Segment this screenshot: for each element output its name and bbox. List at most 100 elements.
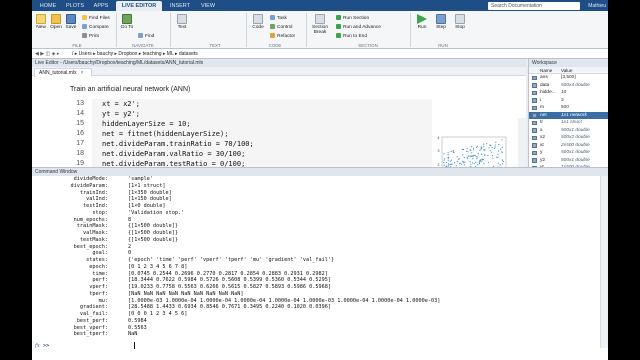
workspace-row-y2[interactable]: y2 500x1 double bbox=[529, 157, 608, 165]
workspace-row-m[interactable]: m 500 bbox=[529, 104, 608, 112]
field-name: goal: bbox=[92, 250, 108, 257]
scatter-point bbox=[472, 149, 475, 151]
output-line: vperf: [19.0233 0.7758 0.5563 0.6266 0.56… bbox=[32, 284, 592, 291]
field-value: 0.5984 bbox=[128, 317, 147, 324]
code-line[interactable]: net.divideParam.valRatio = 30/100; bbox=[102, 149, 254, 159]
editor-tab-ann-tutorial[interactable]: ANN_tutorial.mlx × bbox=[34, 68, 93, 77]
current-folder-path[interactable]: / ▸ Users ▸ bauchy ▸ Dropbox ▸ teaching … bbox=[72, 49, 198, 59]
variable-icon bbox=[532, 75, 537, 80]
new-button[interactable]: New bbox=[34, 14, 48, 30]
variable-value: 500x1 double bbox=[561, 150, 590, 155]
code-line[interactable]: xt = x2'; bbox=[102, 99, 254, 109]
scatter-point bbox=[495, 141, 497, 143]
go-to-button[interactable]: Go To bbox=[119, 14, 135, 30]
command-prompt[interactable]: fx >> bbox=[35, 343, 49, 349]
workspace-row-y[interactable]: y 500x1 double bbox=[529, 149, 608, 157]
scatter-point bbox=[462, 162, 464, 164]
scatter-point bbox=[462, 160, 464, 162]
scatter-point bbox=[463, 161, 465, 163]
tab-apps[interactable]: APPS bbox=[90, 1, 112, 11]
run-to-end-button[interactable]: Run to End bbox=[336, 33, 367, 39]
section-break-button[interactable]: Section Break bbox=[308, 14, 332, 35]
scatter-point bbox=[502, 161, 504, 163]
current-folder-bar: ◀ ▶ ◫ ◈ ▸ / ▸ Users ▸ bauchy ▸ Dropbox ▸… bbox=[32, 49, 608, 59]
user-menu[interactable]: Mathieu bbox=[588, 1, 606, 11]
scatter-point bbox=[456, 156, 458, 158]
code-line[interactable]: yt = y2'; bbox=[102, 109, 254, 119]
workspace-row-tr[interactable]: tr 1x1 struct bbox=[529, 119, 608, 127]
code-line[interactable]: net = fitnet(hiddenLayerSize); bbox=[102, 129, 254, 139]
workspace-row-xt[interactable]: xt 2x500 double bbox=[529, 142, 608, 150]
close-tab-icon[interactable]: × bbox=[81, 70, 84, 76]
find-files-button[interactable]: Find Files bbox=[82, 15, 110, 21]
scatter-point bbox=[473, 147, 475, 149]
tab-live-editor[interactable]: LIVE EDITOR bbox=[116, 1, 162, 11]
scatter-point bbox=[443, 164, 445, 166]
code-line[interactable]: net.divideParam.trainRatio = 70/100; bbox=[102, 139, 254, 149]
workspace-row-x[interactable]: x 500x1 double bbox=[529, 127, 608, 135]
output-line: testInd: [1×0 double] bbox=[32, 203, 592, 210]
open-button[interactable]: Open bbox=[49, 14, 63, 30]
workspace-row-x2[interactable]: x2 500x2 double bbox=[529, 134, 608, 142]
output-line: num_epochs: 8 bbox=[32, 217, 592, 224]
output-line: best_perf: 0.5984 bbox=[32, 318, 592, 325]
task-button[interactable]: Task bbox=[270, 15, 287, 21]
column-header-name[interactable]: Name bbox=[540, 67, 552, 74]
scatter-point bbox=[447, 159, 449, 161]
code-line[interactable]: hiddenLayerSize = 10; bbox=[102, 119, 254, 129]
run-and-advance-button[interactable]: Run and Advance bbox=[336, 24, 381, 30]
navigation-arrows-icon[interactable]: ◀ ▶ ◫ ◈ ▸ bbox=[35, 49, 59, 59]
variable-name: i bbox=[540, 97, 542, 103]
variable-icon bbox=[532, 150, 537, 155]
section-text: Train an artificial neural network (ANN) bbox=[70, 86, 191, 93]
go-to-icon bbox=[122, 14, 132, 24]
workspace-row-i[interactable]: i3 bbox=[529, 97, 608, 105]
scatter-point bbox=[477, 153, 479, 155]
field-name: num_epochs: bbox=[73, 216, 108, 223]
column-header-value[interactable]: Value bbox=[561, 67, 572, 74]
scatter-point bbox=[497, 153, 499, 155]
variable-value: 500x2 double bbox=[561, 135, 590, 140]
workspace-row-net[interactable]: net 1x1 network bbox=[529, 111, 608, 119]
scatter-point bbox=[500, 148, 502, 150]
scatter-point bbox=[484, 154, 486, 156]
field-value: 2 bbox=[128, 243, 132, 250]
tab-home[interactable]: HOME bbox=[36, 1, 60, 11]
stop-button[interactable]: Stop bbox=[452, 14, 468, 30]
refactor-button[interactable]: Refactor bbox=[270, 33, 295, 39]
code-lines[interactable]: xt = x2'; yt = y2'; hiddenLayerSize = 10… bbox=[102, 99, 254, 169]
code-button[interactable]: Code bbox=[250, 14, 266, 30]
variable-icon bbox=[532, 113, 537, 118]
section-break-icon bbox=[315, 14, 325, 24]
run-section-button[interactable]: Run Section bbox=[336, 15, 369, 21]
text-button[interactable]: Text bbox=[174, 14, 190, 30]
scatter-point bbox=[471, 152, 473, 154]
print-button[interactable]: Print bbox=[82, 33, 99, 39]
variable-value: 1x1 struct bbox=[561, 120, 582, 125]
scatter-point bbox=[456, 161, 458, 163]
field-name: best_epoch: bbox=[73, 243, 108, 250]
scatter-point bbox=[490, 151, 492, 153]
workspace-row-hidde[interactable]: hidde... 10 bbox=[529, 89, 608, 97]
scatter-point bbox=[480, 161, 482, 163]
tab-insert[interactable]: INSERT bbox=[166, 1, 194, 11]
command-window-scrollbar[interactable] bbox=[600, 176, 608, 348]
workspace-row-data[interactable]: data 500x4 double bbox=[529, 82, 608, 90]
scatter-point bbox=[454, 162, 456, 164]
function-browser-icon[interactable]: fx bbox=[35, 343, 40, 349]
find-button[interactable]: Find bbox=[138, 33, 154, 39]
tab-view[interactable]: VIEW bbox=[196, 1, 220, 11]
control-button[interactable]: Control bbox=[270, 24, 292, 30]
tab-plots[interactable]: PLOTS bbox=[62, 1, 88, 11]
scatter-point bbox=[459, 162, 461, 164]
search-documentation-input[interactable]: Search Documentation bbox=[488, 2, 580, 10]
run-button[interactable]: Run bbox=[414, 14, 430, 30]
step-button[interactable]: Step bbox=[433, 14, 449, 30]
compare-button[interactable]: Compare bbox=[82, 24, 109, 30]
field-name: states: bbox=[86, 257, 108, 263]
workspace-row-ans[interactable]: ans [3,500] bbox=[529, 74, 608, 82]
save-button[interactable]: Save bbox=[64, 14, 78, 30]
field-value: {[1×500 double]} bbox=[128, 230, 178, 236]
scatter-point bbox=[450, 151, 452, 153]
variable-value: 3 bbox=[561, 97, 564, 103]
